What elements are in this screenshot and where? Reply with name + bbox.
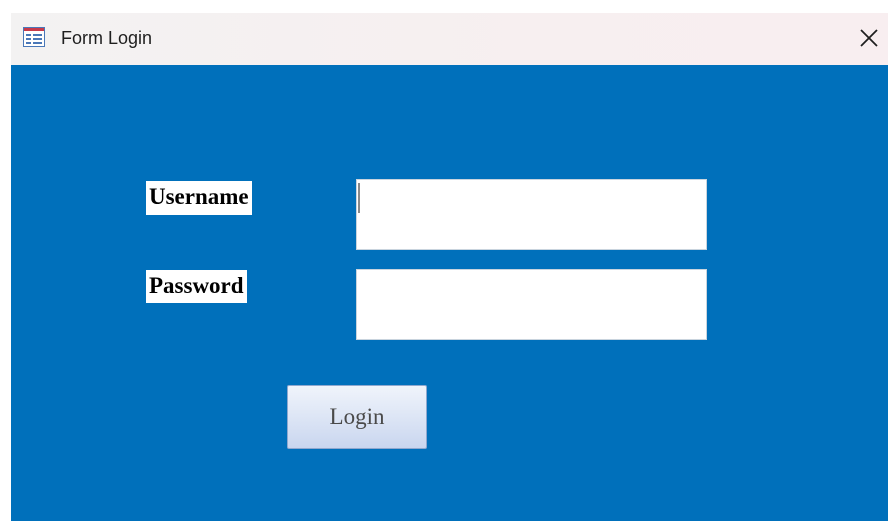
username-label: Username bbox=[146, 181, 252, 215]
title-bar: Form Login bbox=[11, 13, 888, 65]
close-button[interactable] bbox=[856, 25, 882, 51]
text-caret bbox=[358, 183, 360, 213]
window-title: Form Login bbox=[61, 28, 153, 48]
password-input[interactable] bbox=[356, 269, 707, 340]
login-button[interactable]: Login bbox=[287, 385, 427, 449]
username-input[interactable] bbox=[356, 179, 707, 250]
login-window: Form Login Username Password Login bbox=[11, 13, 888, 521]
password-label: Password bbox=[146, 270, 247, 303]
form-icon bbox=[23, 27, 45, 47]
close-icon[interactable] bbox=[856, 25, 882, 51]
form-body: Username Password Login bbox=[11, 65, 888, 521]
